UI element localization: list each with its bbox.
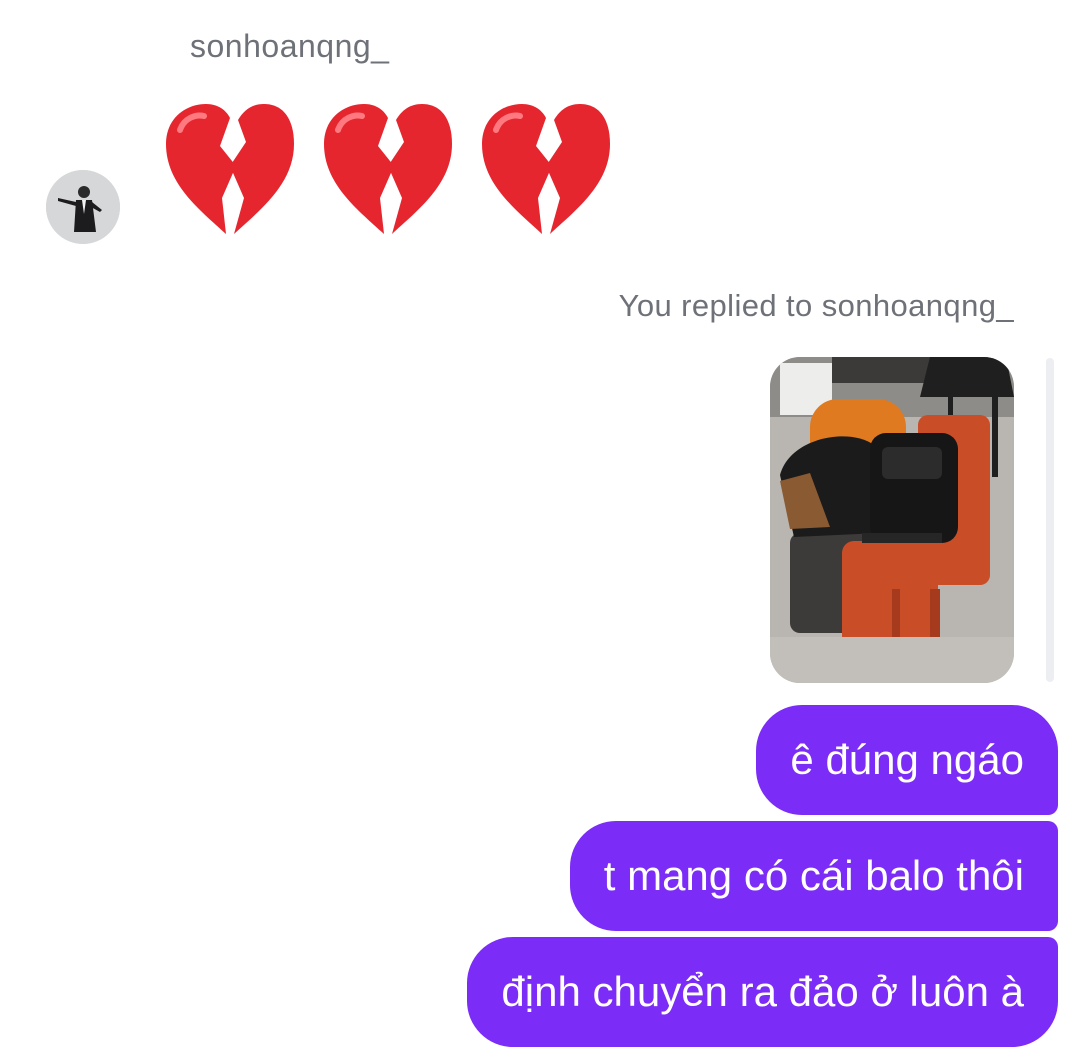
broken-heart-icon xyxy=(476,100,612,238)
sender-avatar[interactable] xyxy=(46,170,120,244)
broken-heart-icon xyxy=(160,100,296,238)
replied-story-image[interactable] xyxy=(770,357,1014,683)
my-message-bubble[interactable]: ê đúng ngáo xyxy=(756,705,1058,815)
my-message-bubble[interactable]: t mang có cái balo thôi xyxy=(569,821,1058,931)
reply-indicator-bar xyxy=(1046,358,1054,682)
broken-hearts-message[interactable] xyxy=(160,100,612,238)
sender-name[interactable]: sonhoanqng_ xyxy=(190,28,389,65)
my-message-bubble[interactable]: định chuyển ra đảo ở luôn à xyxy=(467,937,1058,1047)
broken-heart-icon xyxy=(318,100,454,238)
replied-to-label: You replied to sonhoanqng_ xyxy=(618,288,1014,323)
